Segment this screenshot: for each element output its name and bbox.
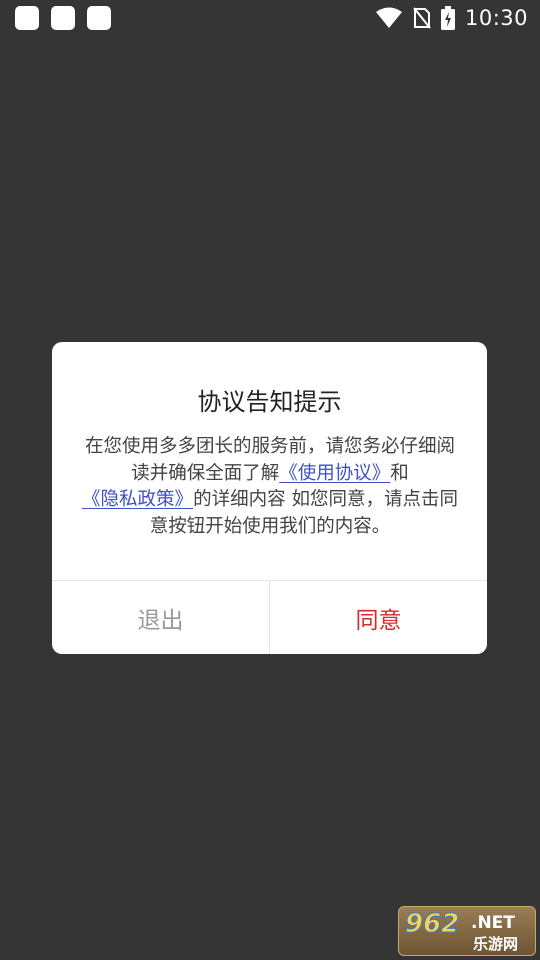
status-bar: 10:30 (0, 0, 540, 36)
watermark-number: 962 (404, 909, 460, 940)
status-time: 10:30 (464, 6, 528, 30)
no-sim-icon (413, 7, 431, 29)
wifi-icon (375, 7, 403, 29)
battery-charging-icon (440, 6, 455, 30)
notification-square-icon (87, 6, 111, 30)
message-text: 和 (390, 462, 409, 484)
agree-button[interactable]: 同意 (270, 581, 487, 654)
privacy-policy-link[interactable]: 《隐私政策》 (82, 489, 193, 510)
dialog-message: 在您使用多多团长的服务前，请您务必仔细阅读并确保全面了解《使用协议》和《隐私政策… (80, 434, 460, 540)
notification-square-icon (15, 6, 39, 30)
message-text: 的详细内容 如您同意，请点击同意按钮开始使用我们的内容。 (149, 489, 458, 537)
watermark-site-name: 乐游网 (473, 935, 519, 953)
site-watermark-logo: 962 .NET 乐游网 (398, 906, 536, 956)
dialog-title: 协议告知提示 (197, 388, 342, 416)
agreement-dialog: 协议告知提示 在您使用多多团长的服务前，请您务必仔细阅读并确保全面了解《使用协议… (52, 342, 487, 654)
exit-button[interactable]: 退出 (52, 581, 269, 654)
watermark-suffix: .NET (471, 913, 515, 933)
status-indicators: 10:30 (375, 3, 528, 33)
terms-of-use-link[interactable]: 《使用协议》 (279, 463, 390, 484)
notification-square-icon (51, 6, 75, 30)
